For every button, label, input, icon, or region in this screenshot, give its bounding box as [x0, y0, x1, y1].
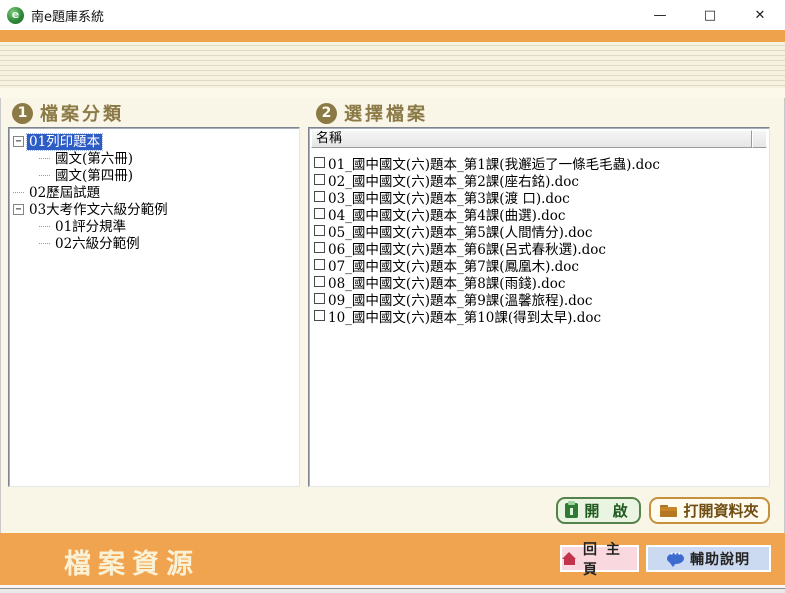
tree-item-label[interactable]: 國文(第六冊): [53, 151, 135, 167]
file-row[interactable]: 07_國中國文(六)題本_第7課(鳳凰木).doc: [311, 256, 767, 273]
help-button-label: 輔助說明: [690, 549, 750, 569]
tree-collapse-icon[interactable]: −: [13, 204, 24, 215]
striped-band-fade: [0, 88, 785, 98]
tree-item[interactable]: 02歷屆試題: [9, 184, 299, 201]
file-list-panel: 名稱 01_國中國文(六)題本_第1課(我邂逅了一條毛毛蟲).doc02_國中國…: [308, 127, 770, 487]
window-title: 南e題庫系統: [31, 6, 104, 25]
open-folder-button[interactable]: 打開資料夾: [649, 497, 770, 524]
tree-item[interactable]: 國文(第四冊): [9, 167, 299, 184]
striped-band: [0, 42, 785, 88]
footer-bar: 檔案資源 回 主 頁 輔助說明: [0, 533, 785, 585]
tree-item-label[interactable]: 02歷屆試題: [27, 185, 102, 201]
tree-item-label[interactable]: 01列印題本: [27, 134, 102, 150]
tree-connector-line: [39, 243, 50, 244]
tree-connector-line: [39, 158, 50, 159]
step-1-badge: 1: [12, 103, 33, 124]
file-checkbox[interactable]: [314, 191, 325, 202]
left-section-header: 1 檔案分類: [12, 100, 124, 126]
help-button[interactable]: 輔助說明: [646, 545, 771, 572]
file-name[interactable]: 10_國中國文(六)題本_第10課(得到太早).doc: [328, 306, 601, 326]
file-checkbox[interactable]: [314, 259, 325, 270]
category-tree: −01列印題本國文(第六冊)國文(第四冊)02歷屆試題−03大考作文六級分範例0…: [9, 128, 299, 252]
folder-icon: [660, 505, 677, 517]
tree-item[interactable]: 01評分規準: [9, 218, 299, 235]
file-checkbox[interactable]: [314, 276, 325, 287]
accent-bar: [0, 30, 785, 42]
file-row[interactable]: 10_國中國文(六)題本_第10課(得到太早).doc: [311, 307, 767, 324]
file-row[interactable]: 06_國中國文(六)題本_第6課(呂式春秋選).doc: [311, 239, 767, 256]
open-clipboard-icon: [565, 503, 578, 518]
file-checkbox[interactable]: [314, 174, 325, 185]
file-checkbox[interactable]: [314, 310, 325, 321]
home-icon: [562, 552, 577, 565]
tree-item-label[interactable]: 國文(第四冊): [53, 168, 135, 184]
file-checkbox[interactable]: [314, 157, 325, 168]
minimize-icon[interactable]: —: [635, 0, 685, 30]
file-checkbox[interactable]: [314, 208, 325, 219]
file-row[interactable]: 03_國中國文(六)題本_第3課(渡 口).doc: [311, 188, 767, 205]
page-title: 檔案資源: [64, 542, 200, 581]
left-section-title: 檔案分類: [40, 100, 124, 126]
open-button-label: 開 啟: [584, 500, 631, 521]
tree-connector-line: [39, 226, 50, 227]
column-header-name[interactable]: 名稱: [311, 130, 752, 148]
column-header-spacer: [752, 130, 767, 148]
tree-collapse-icon[interactable]: −: [13, 136, 24, 147]
file-checkbox[interactable]: [314, 242, 325, 253]
step-2-badge: 2: [316, 103, 337, 124]
open-folder-button-label: 打開資料夾: [683, 500, 758, 521]
tree-connector-line: [39, 175, 50, 176]
tree-item-label[interactable]: 01評分規準: [53, 219, 128, 235]
file-row[interactable]: 08_國中國文(六)題本_第8課(雨錢).doc: [311, 273, 767, 290]
app-icon: e: [7, 7, 24, 24]
category-tree-panel: −01列印題本國文(第六冊)國文(第四冊)02歷屆試題−03大考作文六級分範例0…: [8, 127, 300, 487]
close-icon[interactable]: ✕: [735, 0, 785, 30]
file-checkbox[interactable]: [314, 225, 325, 236]
right-section-title: 選擇檔案: [344, 100, 428, 126]
file-row[interactable]: 05_國中國文(六)題本_第5課(人間情分).doc: [311, 222, 767, 239]
tree-item[interactable]: −03大考作文六級分範例: [9, 201, 299, 218]
file-row[interactable]: 02_國中國文(六)題本_第2課(座右銘).doc: [311, 171, 767, 188]
file-list: 01_國中國文(六)題本_第1課(我邂逅了一條毛毛蟲).doc02_國中國文(六…: [311, 148, 767, 324]
speech-bubble-icon: [667, 553, 684, 564]
file-checkbox[interactable]: [314, 293, 325, 304]
title-bar: e 南e題庫系統 — □ ✕: [0, 0, 785, 30]
home-button-label: 回 主 頁: [583, 539, 637, 579]
tree-item-label[interactable]: 03大考作文六級分範例: [27, 202, 170, 218]
tree-connector-line: [13, 192, 24, 193]
maximize-icon[interactable]: □: [685, 0, 735, 30]
file-row[interactable]: 09_國中國文(六)題本_第9課(溫馨旅程).doc: [311, 290, 767, 307]
tree-item-label[interactable]: 02六級分範例: [53, 236, 142, 252]
file-row[interactable]: 04_國中國文(六)題本_第4課(曲選).doc: [311, 205, 767, 222]
window-controls: — □ ✕: [635, 0, 785, 30]
right-section-header: 2 選擇檔案: [316, 100, 428, 126]
home-button[interactable]: 回 主 頁: [560, 545, 639, 572]
list-column-header-row: 名稱: [311, 130, 767, 148]
open-button[interactable]: 開 啟: [556, 497, 641, 524]
window-bottom-edge: [0, 585, 785, 593]
file-row[interactable]: 01_國中國文(六)題本_第1課(我邂逅了一條毛毛蟲).doc: [311, 154, 767, 171]
tree-item[interactable]: 02六級分範例: [9, 235, 299, 252]
tree-item[interactable]: −01列印題本: [9, 133, 299, 150]
tree-item[interactable]: 國文(第六冊): [9, 150, 299, 167]
